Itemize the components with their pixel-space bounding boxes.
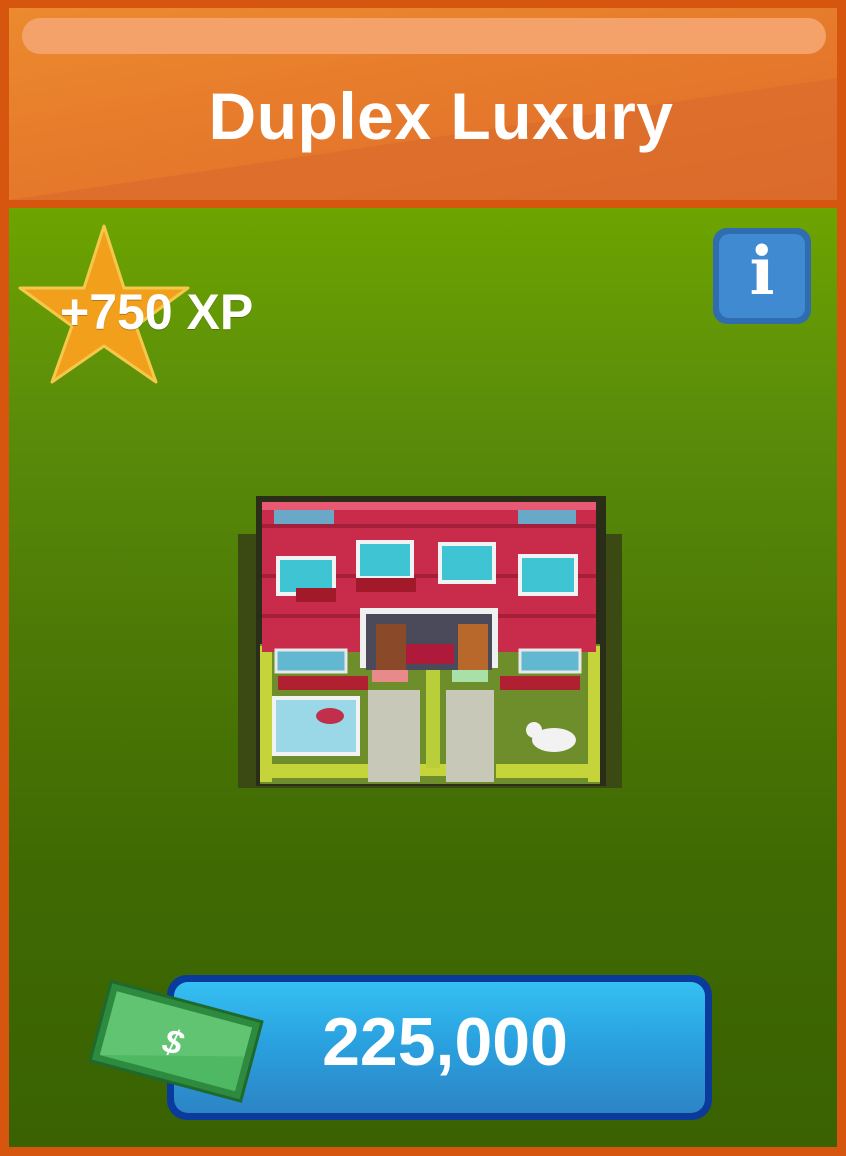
header-gloss (22, 18, 826, 54)
header-divider (0, 200, 846, 208)
duplex-house-image (238, 496, 622, 788)
xp-reward-label: +750 XP (60, 284, 254, 340)
info-button[interactable]: i (713, 228, 811, 324)
dollar-bill-icon: $ (88, 979, 264, 1103)
info-icon: i (749, 232, 775, 310)
item-title: Duplex Luxury (208, 79, 674, 153)
item-card[interactable]: Duplex Luxury +750 XP i 225,000 $ (0, 0, 846, 1156)
